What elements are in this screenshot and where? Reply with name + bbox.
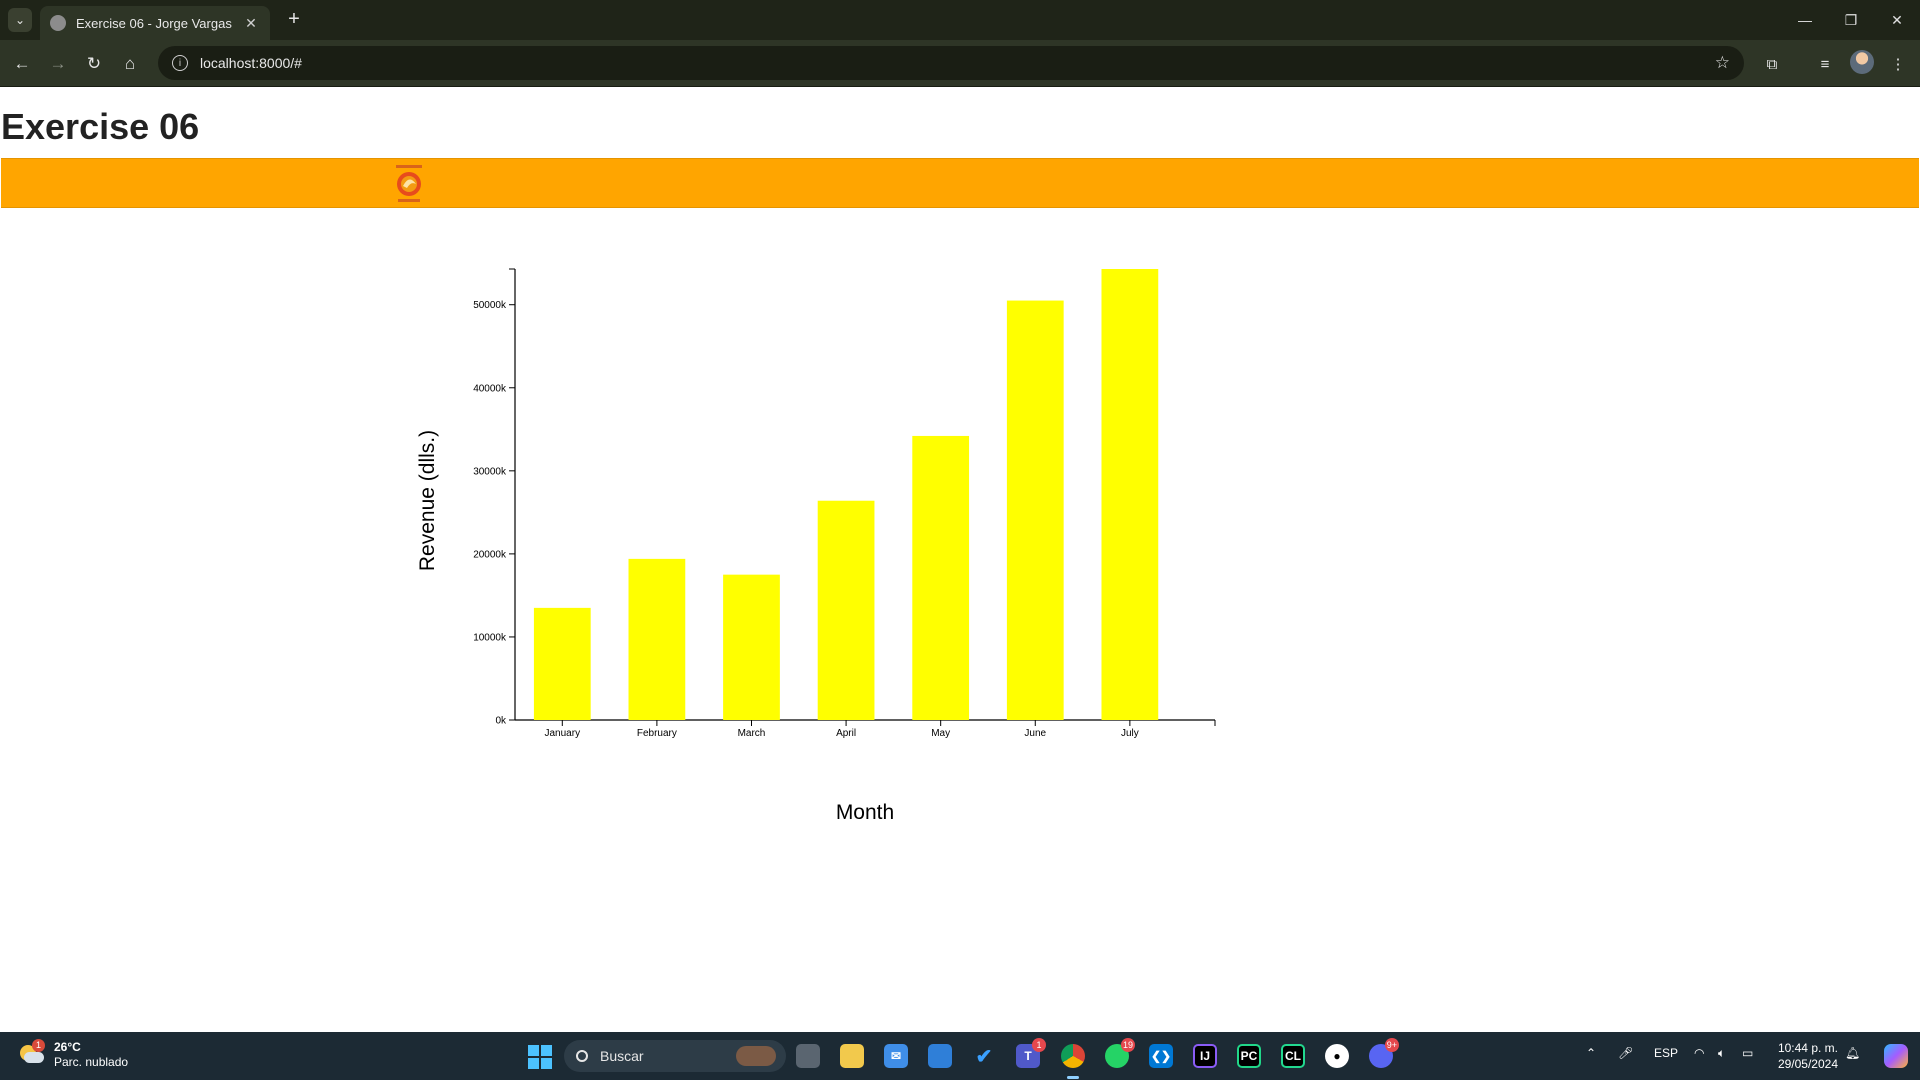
y-tick-label: 30000k bbox=[473, 466, 507, 477]
file-explorer-icon[interactable] bbox=[836, 1040, 868, 1072]
todo-check-icon[interactable]: ✔ bbox=[968, 1040, 1000, 1072]
x-axis: January February March April May June July bbox=[515, 719, 1216, 739]
url-text: localhost:8000/# bbox=[200, 55, 302, 71]
reading-list-icon[interactable]: ≡ bbox=[1813, 52, 1837, 76]
back-arrow-icon[interactable]: ← bbox=[8, 50, 36, 78]
y-tick-label: 10000k bbox=[473, 632, 507, 643]
new-tab-button[interactable]: + bbox=[282, 8, 306, 32]
teams-badge: 1 bbox=[1032, 1038, 1046, 1052]
x-tick-label: June bbox=[1024, 728, 1046, 739]
reload-icon[interactable]: ↻ bbox=[80, 50, 108, 78]
x-tick-label: March bbox=[738, 728, 766, 739]
y-tick-label: 0k bbox=[495, 716, 507, 727]
browser-toolbar: ← → ↻ ⌂ i localhost:8000/# ☆ ⧉ ≡ ⋮ bbox=[0, 40, 1920, 87]
x-axis-label: Month bbox=[836, 801, 894, 824]
bar-january bbox=[533, 607, 591, 720]
pycharm-icon[interactable]: PC bbox=[1233, 1040, 1265, 1072]
bar-july bbox=[1101, 269, 1159, 720]
mail-icon[interactable]: ✉ bbox=[880, 1040, 912, 1072]
menu-dots-icon[interactable]: ⋮ bbox=[1886, 52, 1910, 76]
discord-icon[interactable]: 9+ bbox=[1365, 1038, 1399, 1072]
minimize-window-button[interactable]: — bbox=[1782, 0, 1828, 40]
notification-bell-icon[interactable]: 🔔︎ bbox=[1845, 1046, 1860, 1060]
extensions-icon[interactable]: ⧉ bbox=[1760, 52, 1784, 76]
microphone-icon[interactable]: 🎤︎ bbox=[1618, 1046, 1633, 1060]
profile-avatar[interactable] bbox=[1850, 50, 1874, 74]
forward-arrow-icon[interactable]: → bbox=[44, 50, 72, 78]
x-tick-label: February bbox=[637, 728, 677, 739]
partly-cloudy-icon: 1 bbox=[18, 1039, 46, 1067]
system-clock[interactable]: 10:44 p. m. 29/05/2024 bbox=[1772, 1040, 1838, 1072]
windows-taskbar: 1 26°C Parc. nublado Buscar ✉ ✔ T 1 19 ❮… bbox=[0, 1032, 1920, 1080]
address-bar[interactable]: i localhost:8000/# ☆ bbox=[158, 46, 1744, 80]
battery-icon[interactable]: ▭ bbox=[1742, 1046, 1753, 1060]
taskbar-search[interactable]: Buscar bbox=[564, 1040, 786, 1072]
restore-window-button[interactable]: ❐ bbox=[1828, 0, 1874, 40]
wifi-icon[interactable]: ◠ bbox=[1694, 1046, 1704, 1060]
clion-icon[interactable]: CL bbox=[1277, 1040, 1309, 1072]
windows-start-icon[interactable] bbox=[528, 1045, 552, 1069]
active-app-indicator bbox=[1067, 1076, 1079, 1079]
search-highlight-image bbox=[736, 1046, 776, 1066]
bar-march bbox=[723, 574, 780, 720]
y-tick-label: 50000k bbox=[473, 300, 507, 311]
weather-temperature: 26°C bbox=[54, 1040, 81, 1054]
github-icon[interactable]: ● bbox=[1321, 1040, 1353, 1072]
volume-icon[interactable]: 🔈︎ bbox=[1718, 1046, 1725, 1061]
bars bbox=[533, 269, 1159, 720]
task-view-icon[interactable] bbox=[792, 1040, 824, 1072]
intellij-icon[interactable]: IJ bbox=[1189, 1040, 1221, 1072]
browser-tab-strip: ⌄ Exercise 06 - Jorge Vargas ✕ + — ❐ ✕ bbox=[0, 0, 1920, 40]
x-tick-label: July bbox=[1121, 728, 1139, 739]
x-tick-label: April bbox=[836, 728, 856, 739]
weather-widget[interactable]: 1 26°C Parc. nublado bbox=[18, 1039, 129, 1070]
vscode-icon[interactable]: ❮❯ bbox=[1145, 1040, 1177, 1072]
whatsapp-icon[interactable]: 19 bbox=[1101, 1038, 1135, 1072]
home-icon[interactable]: ⌂ bbox=[116, 50, 144, 78]
globe-icon bbox=[50, 15, 66, 31]
close-tab-icon[interactable]: ✕ bbox=[242, 15, 260, 32]
bar-may bbox=[912, 435, 970, 720]
show-hidden-icons-chevron-icon[interactable]: ⌃ bbox=[1586, 1046, 1596, 1060]
taskbar-search-label: Buscar bbox=[600, 1048, 644, 1064]
y-axis-label: Revenue (dlls.) bbox=[416, 430, 439, 571]
bar-february bbox=[628, 558, 686, 720]
clock-time: 10:44 p. m. bbox=[1777, 1041, 1838, 1055]
calendar-icon[interactable] bbox=[924, 1040, 956, 1072]
y-tick-label: 40000k bbox=[473, 383, 507, 394]
clock-date: 29/05/2024 bbox=[1777, 1057, 1838, 1071]
y-axis: 0k 10000k 20000k 30000k 40000k 50000k bbox=[473, 268, 516, 727]
revenue-bar-chart: 0k 10000k 20000k 30000k 40000k 50000k January… bbox=[416, 268, 1216, 824]
weather-condition: Parc. nublado bbox=[54, 1055, 129, 1069]
teams-icon[interactable]: T 1 bbox=[1012, 1038, 1046, 1072]
bar-april bbox=[817, 500, 875, 720]
bookmark-star-icon[interactable]: ☆ bbox=[1715, 53, 1730, 73]
discord-badge: 9+ bbox=[1384, 1038, 1399, 1052]
x-tick-label: May bbox=[931, 728, 950, 739]
browser-tab[interactable]: Exercise 06 - Jorge Vargas ✕ bbox=[40, 6, 270, 40]
tab-search-chevron-icon[interactable]: ⌄ bbox=[8, 8, 32, 32]
weather-badge: 1 bbox=[32, 1039, 45, 1052]
chrome-icon[interactable] bbox=[1057, 1040, 1089, 1072]
whatsapp-badge: 19 bbox=[1120, 1038, 1135, 1052]
tab-title: Exercise 06 - Jorge Vargas bbox=[76, 15, 232, 31]
close-window-button[interactable]: ✕ bbox=[1874, 0, 1920, 40]
web-page: Exercise 06 0k 10000k 20000k 30000k 40000k 50… bbox=[0, 87, 1920, 1032]
search-icon bbox=[576, 1050, 588, 1062]
bar-june bbox=[1006, 300, 1064, 720]
x-tick-label: January bbox=[545, 728, 581, 739]
copilot-icon[interactable] bbox=[1880, 1040, 1912, 1072]
y-tick-label: 20000k bbox=[473, 549, 507, 560]
language-indicator[interactable]: ESP bbox=[1654, 1046, 1678, 1060]
site-info-icon[interactable]: i bbox=[172, 55, 188, 71]
